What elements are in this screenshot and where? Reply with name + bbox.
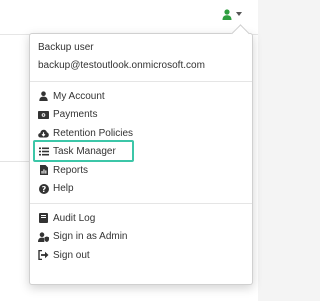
menu-item-label: Sign in as Admin — [53, 231, 128, 243]
list-icon — [38, 146, 49, 157]
menu-item-my-account[interactable]: My Account — [30, 87, 252, 106]
menu-group-account: Audit Log Sign in as Admin Sign out — [30, 209, 252, 265]
menu-item-label: Retention Policies — [53, 127, 134, 139]
menu-item-payments[interactable]: Payments — [30, 106, 252, 125]
menu-item-label: Help — [53, 183, 74, 195]
menu-item-label: My Account — [53, 90, 105, 102]
user-icon — [38, 91, 49, 102]
menu-item-sign-out[interactable]: Sign out — [30, 246, 252, 265]
menu-item-help[interactable]: ? Help — [30, 180, 252, 199]
menu-item-sign-in-as-admin[interactable]: Sign in as Admin — [30, 228, 252, 247]
menu-divider — [30, 203, 252, 204]
menu-item-retention-policies[interactable]: Retention Policies — [30, 124, 252, 143]
question-circle-icon: ? — [38, 183, 49, 194]
menu-item-task-manager[interactable]: Task Manager — [30, 139, 252, 161]
menu-item-audit-log[interactable]: Audit Log — [30, 209, 252, 228]
menu-divider — [30, 81, 252, 82]
book-icon — [38, 213, 49, 224]
menu-item-label: Task Manager — [53, 146, 116, 158]
user-icon — [222, 8, 232, 20]
user-email: backup@testoutlook.onmicrosoft.com — [38, 60, 205, 71]
money-bill-icon — [38, 109, 49, 120]
svg-text:?: ? — [41, 185, 46, 194]
sign-out-icon — [38, 250, 49, 261]
user-name: Backup user — [38, 42, 94, 53]
user-dropdown-menu: Backup user backup@testoutlook.onmicroso… — [29, 24, 253, 285]
menu-item-label: Sign out — [53, 249, 90, 261]
menu-group-main: My Account Payments Retention Policies T… — [30, 87, 252, 198]
menu-header: Backup user backup@testoutlook.onmicroso… — [30, 34, 252, 76]
divider — [0, 161, 30, 162]
menu-item-reports[interactable]: Reports — [30, 161, 252, 180]
menu-item-label: Payments — [53, 109, 98, 121]
user-menu-toggle[interactable] — [222, 6, 250, 22]
file-chart-icon — [38, 165, 49, 176]
menu-item-label: Reports — [53, 164, 89, 176]
top-bar — [0, 0, 258, 34]
caret-down-icon — [236, 12, 242, 16]
menu-item-label: Audit Log — [53, 212, 96, 224]
user-shield-icon — [38, 231, 49, 242]
cloud-download-icon — [38, 128, 49, 139]
